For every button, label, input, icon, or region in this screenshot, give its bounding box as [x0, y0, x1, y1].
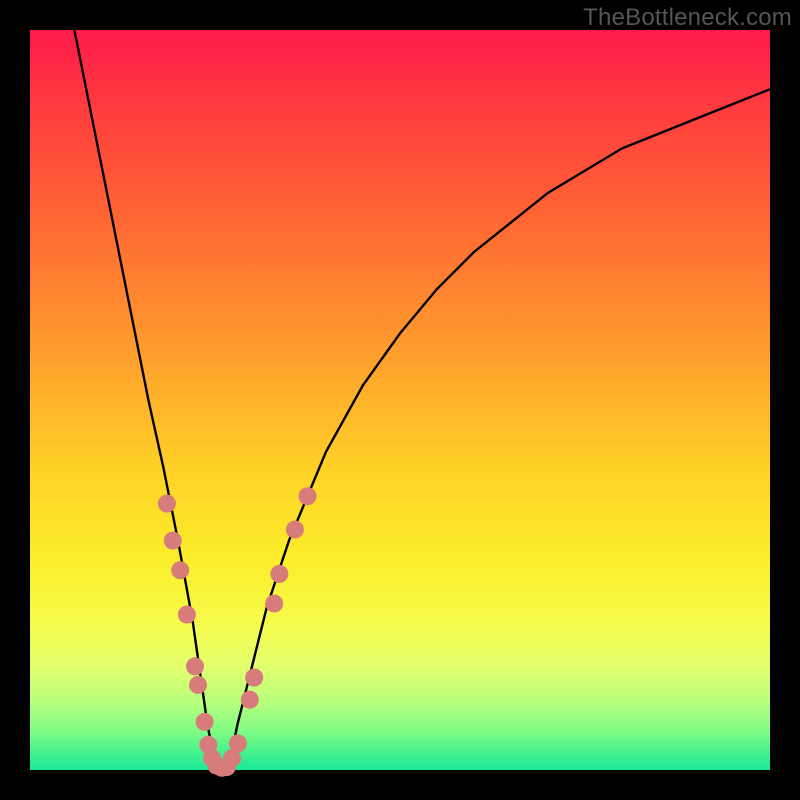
marker-dot [229, 734, 247, 752]
marker-dot [189, 676, 207, 694]
marker-dot [299, 487, 317, 505]
marker-dot [196, 713, 214, 731]
chart-svg [30, 30, 770, 770]
marker-group [158, 487, 317, 777]
marker-dot [245, 669, 263, 687]
marker-dot [178, 606, 196, 624]
marker-dot [241, 691, 259, 709]
marker-dot [164, 532, 182, 550]
marker-dot [270, 565, 288, 583]
watermark-text: TheBottleneck.com [583, 4, 792, 32]
marker-dot [286, 521, 304, 539]
chart-stage: TheBottleneck.com [0, 0, 800, 800]
bottleneck-curve [74, 30, 770, 770]
marker-dot [158, 495, 176, 513]
marker-dot [171, 561, 189, 579]
marker-dot [186, 657, 204, 675]
plot-area [30, 30, 770, 770]
marker-dot [265, 595, 283, 613]
